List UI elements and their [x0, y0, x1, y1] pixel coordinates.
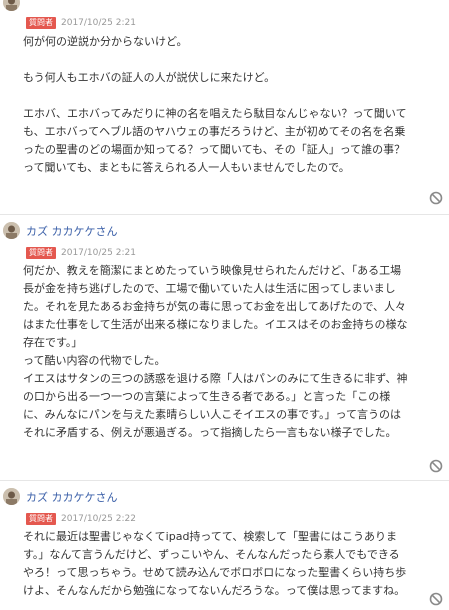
- post-time: 2017/10/25 2:21: [61, 17, 136, 28]
- username[interactable]: カズ カカケケさん: [26, 489, 118, 505]
- post-time: 2017/10/25 2:22: [61, 513, 136, 524]
- username[interactable]: カズ カカケケさん: [26, 223, 118, 239]
- no-entry-icon[interactable]: [429, 458, 443, 473]
- avatar[interactable]: [3, 222, 20, 239]
- divider: [0, 480, 449, 481]
- divider: [0, 214, 449, 215]
- post-time: 2017/10/25 2:21: [61, 247, 136, 258]
- post-body: それに最近は聖書じゃなくてipad持ってて、検索して「聖書にはこうありま す。」…: [23, 530, 407, 597]
- avatar[interactable]: [3, 0, 20, 11]
- avatar[interactable]: [3, 488, 20, 505]
- no-entry-icon[interactable]: [429, 190, 443, 205]
- post-meta: 質問者 2017/10/25 2:21: [26, 12, 136, 29]
- post-meta: 質問者 2017/10/25 2:21: [26, 242, 136, 259]
- post-body: 何が何の逆説か分からないけど。 もう何人もエホバの証人の人が説伏しに来たけど。 …: [23, 35, 407, 174]
- questioner-badge: 質問者: [26, 512, 56, 525]
- no-entry-icon[interactable]: [429, 591, 443, 606]
- post-body: 何だか、教えを簡潔にまとめたっていう映像見せられたんだけど、「ある工場 長が金を…: [23, 264, 408, 439]
- questioner-badge: 質問者: [26, 246, 56, 259]
- post-meta: 質問者 2017/10/25 2:22: [26, 508, 136, 525]
- questioner-badge: 質問者: [26, 16, 56, 29]
